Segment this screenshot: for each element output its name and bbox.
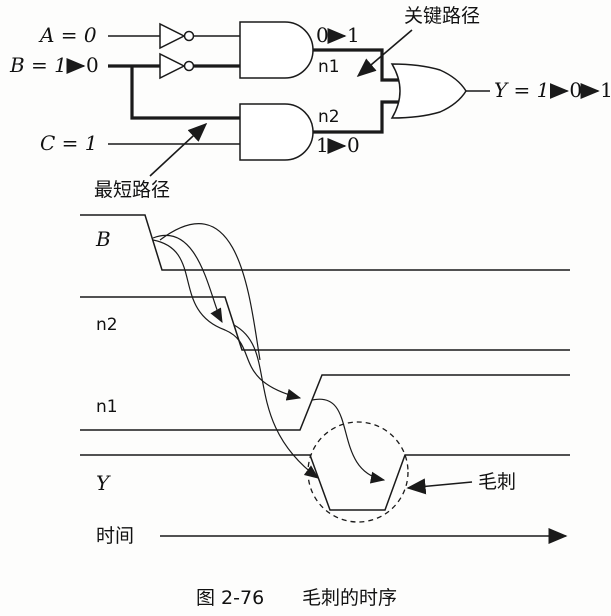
inverter-b-bubble bbox=[183, 60, 195, 72]
arrow-b-to-n1 bbox=[152, 239, 302, 401]
arrow-n1-to-y bbox=[311, 398, 386, 484]
waveform-n2 bbox=[80, 296, 570, 351]
glitch-circle bbox=[307, 421, 409, 523]
input-a-label: A = 0 bbox=[38, 23, 97, 47]
input-c-label: C = 1 bbox=[40, 131, 98, 155]
caption-title: 毛刺的时序 bbox=[302, 587, 397, 609]
n1-transition-from: 0 bbox=[316, 23, 329, 47]
wire-b-branch bbox=[130, 66, 240, 120]
output-y-label: Y = 1 bbox=[494, 78, 549, 102]
or-gate bbox=[390, 63, 467, 119]
inverter-a-bubble bbox=[183, 30, 195, 42]
timing-label-n1: n1 bbox=[96, 397, 118, 417]
inverter-a bbox=[159, 22, 186, 50]
output-y-mid: 0 bbox=[569, 78, 582, 102]
and-gate-lower bbox=[239, 103, 314, 161]
n2-label: n2 bbox=[318, 107, 340, 127]
n1-label: n1 bbox=[318, 57, 340, 77]
glitch-label: 毛刺 bbox=[478, 471, 516, 493]
n1-transition-to: 1 bbox=[347, 23, 360, 47]
inverter-b bbox=[159, 52, 186, 80]
and-gate-upper bbox=[239, 21, 314, 79]
input-b-label: B = 1 bbox=[9, 53, 67, 77]
critical-path-label: 关键路径 bbox=[404, 5, 480, 27]
figure: A = 0 B = 1 0 C = 1 0 1 n1 n2 1 0 Y = 1 … bbox=[0, 0, 611, 616]
waveform-b bbox=[80, 214, 570, 271]
waveform-n1 bbox=[80, 374, 570, 431]
diagram-canvas: A = 0 B = 1 0 C = 1 0 1 n1 n2 1 0 Y = 1 … bbox=[9, 5, 611, 609]
timing-label-y: Y bbox=[96, 471, 111, 495]
glitch-arrow bbox=[406, 478, 473, 495]
n2-transition-from: 1 bbox=[316, 133, 329, 157]
timing-label-b: B bbox=[95, 227, 111, 251]
arrow-b-curve bbox=[159, 223, 261, 361]
short-path-label: 最短路径 bbox=[94, 179, 170, 201]
caption-figure-number: 图 2-76 bbox=[196, 587, 264, 609]
n2-transition-to: 0 bbox=[347, 133, 360, 157]
timing-label-n2: n2 bbox=[96, 315, 118, 335]
short-path-arrow bbox=[149, 122, 208, 177]
time-label: 时间 bbox=[96, 525, 134, 547]
output-y-to: 1 bbox=[600, 78, 611, 102]
input-b-to: 0 bbox=[86, 53, 99, 77]
